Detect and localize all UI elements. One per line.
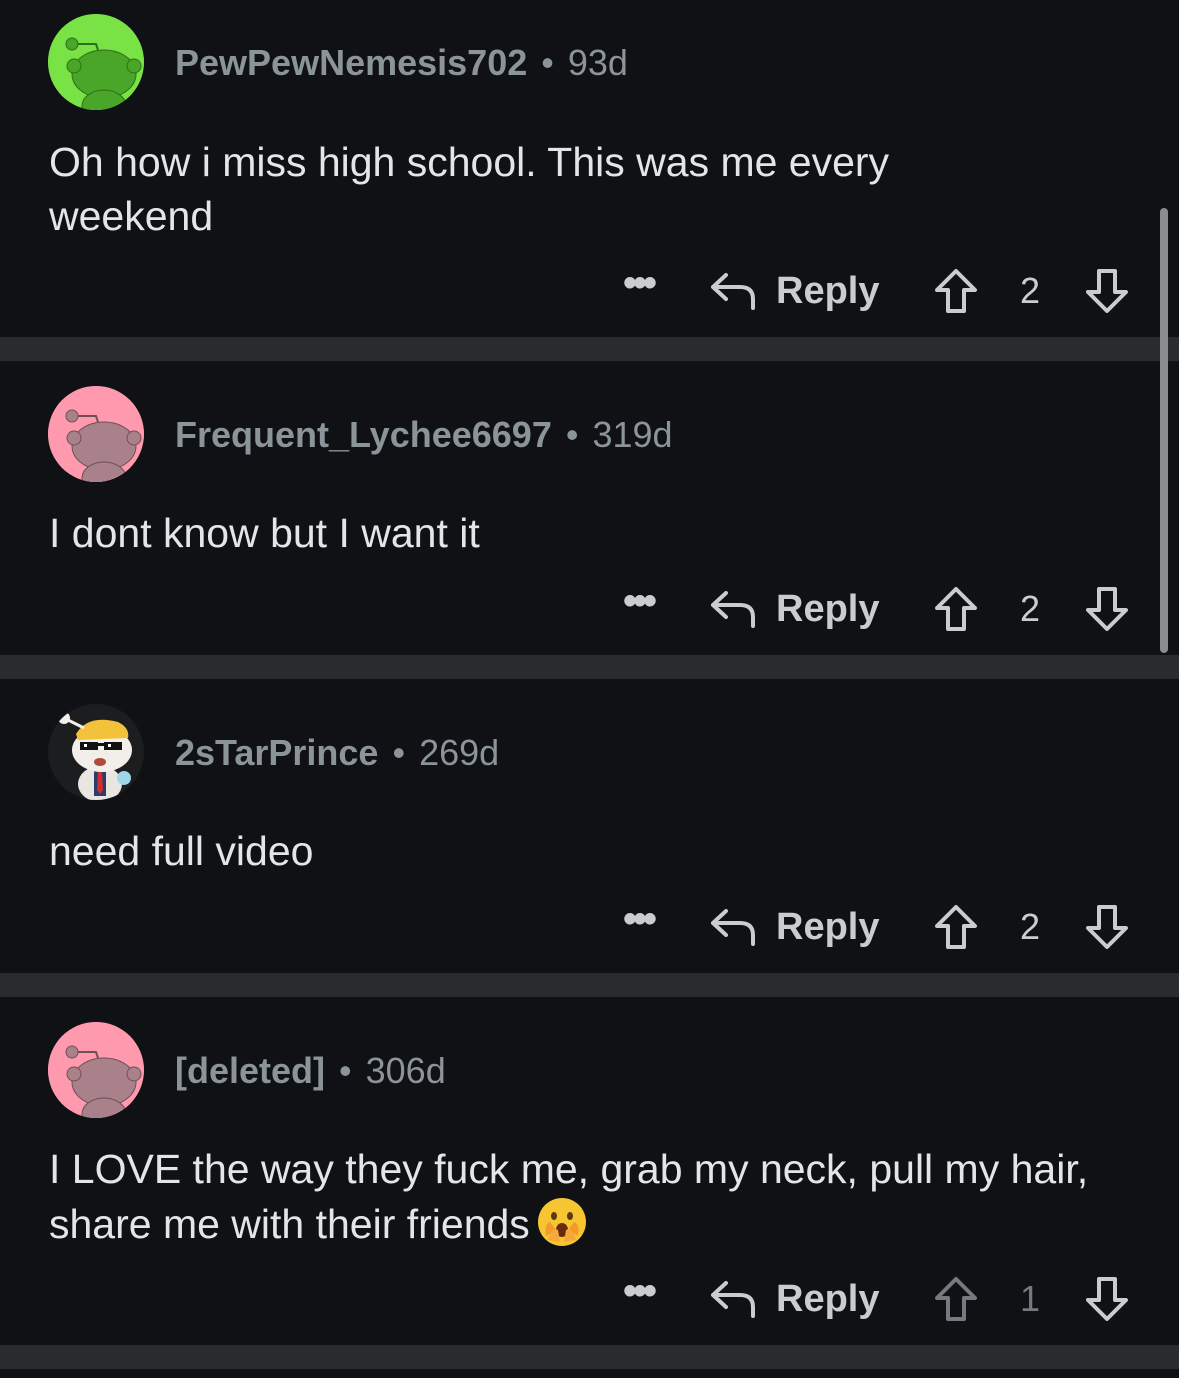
comment-actions: ••• Reply 2	[0, 899, 1179, 952]
upvote-arrow-icon	[935, 905, 977, 949]
username[interactable]: PewPewNemesis702	[175, 42, 527, 83]
comment: [deleted] • 306d I LOVE the way they fuck …	[0, 997, 1179, 1345]
vote-count: 2	[1019, 270, 1041, 311]
reply-button[interactable]: Reply	[710, 1274, 879, 1324]
more-options-button[interactable]: •••	[614, 263, 662, 316]
comment-age: 269d	[419, 732, 500, 773]
comment: Frequent_Lychee6697 • 319d I dont know but…	[0, 361, 1179, 655]
reply-arrow-icon	[711, 273, 755, 310]
scrollbar[interactable]	[1160, 208, 1168, 653]
upvote-arrow-icon	[935, 269, 977, 313]
downvote-button[interactable]	[1084, 268, 1130, 314]
separator-dot: •	[541, 42, 554, 83]
vote-count: 1	[1019, 1278, 1041, 1319]
reply-button[interactable]: Reply	[710, 584, 879, 634]
username[interactable]: [deleted]	[175, 1050, 325, 1091]
snoo-avatar-icon	[48, 1022, 144, 1118]
comment-meta: 2sTarPrince • 269d	[175, 732, 499, 774]
avatar[interactable]	[48, 704, 144, 800]
reply-arrow-icon	[711, 591, 755, 628]
downvote-button[interactable]	[1084, 1276, 1130, 1322]
reply-arrow-icon	[711, 1281, 755, 1318]
separator-dot: •	[392, 732, 406, 773]
upvote-arrow-icon	[935, 587, 977, 631]
downvote-arrow-icon	[1086, 269, 1128, 313]
snoo-avatar-icon	[48, 386, 144, 482]
comment-age: 319d	[592, 414, 673, 455]
comment-age: 306d	[365, 1050, 446, 1091]
more-options-button[interactable]: •••	[614, 581, 662, 634]
comment-body: need full video	[49, 828, 314, 874]
upvote-button[interactable]	[933, 586, 979, 632]
downvote-arrow-icon	[1086, 587, 1128, 631]
downvote-button[interactable]	[1084, 586, 1130, 632]
snoo-avatar-icon	[48, 704, 144, 800]
reply-arrow-icon	[711, 909, 755, 946]
reply-label: Reply	[776, 587, 880, 630]
username[interactable]: Frequent_Lychee6697	[175, 414, 552, 455]
comment-feed: PewPewNemesis702 • 93d Oh how i miss high …	[0, 0, 1179, 1378]
face-with-hand-over-mouth-emoji-icon	[537, 1198, 586, 1246]
more-options-button[interactable]: •••	[614, 899, 662, 952]
username[interactable]: 2sTarPrince	[175, 732, 378, 773]
vote-count: 2	[1019, 588, 1041, 629]
comment-body: I dont know but I want it	[49, 510, 480, 556]
comment-age: 93d	[567, 42, 628, 83]
avatar[interactable]	[48, 1022, 144, 1118]
more-options-button[interactable]: •••	[614, 1271, 662, 1324]
upvote-button[interactable]	[933, 1276, 979, 1322]
upvote-arrow-icon	[935, 1277, 977, 1321]
comment-actions: ••• Reply 1	[0, 1271, 1179, 1324]
snoo-avatar-icon	[48, 14, 144, 110]
comment-meta: Frequent_Lychee6697 • 319d	[175, 414, 673, 456]
reply-label: Reply	[776, 1277, 880, 1320]
reply-label: Reply	[776, 905, 880, 948]
comment-partial	[0, 1369, 1179, 1378]
comment-body: Oh how i miss high school. This was me e…	[49, 139, 890, 239]
downvote-button[interactable]	[1084, 904, 1130, 950]
comment: 2sTarPrince • 269d need full video ••• Rep…	[0, 679, 1179, 973]
upvote-button[interactable]	[933, 268, 979, 314]
comment-body: I LOVE the way they fuck me, grab my nec…	[49, 1142, 1129, 1251]
comment-actions: ••• Reply 2	[0, 263, 1179, 316]
comment-meta: [deleted] • 306d	[175, 1050, 446, 1092]
reply-button[interactable]: Reply	[710, 902, 879, 952]
reply-button[interactable]: Reply	[710, 266, 879, 316]
downvote-arrow-icon	[1086, 1277, 1128, 1321]
vote-count: 2	[1019, 906, 1041, 947]
comment: PewPewNemesis702 • 93d Oh how i miss high …	[0, 0, 1179, 337]
comment-meta: PewPewNemesis702 • 93d	[175, 42, 628, 84]
downvote-arrow-icon	[1086, 905, 1128, 949]
comment-actions: ••• Reply 2	[0, 581, 1179, 634]
avatar[interactable]	[48, 386, 144, 482]
avatar[interactable]	[48, 14, 144, 110]
upvote-button[interactable]	[933, 904, 979, 950]
separator-dot: •	[339, 1050, 352, 1091]
reply-label: Reply	[776, 269, 880, 312]
separator-dot: •	[565, 414, 579, 455]
